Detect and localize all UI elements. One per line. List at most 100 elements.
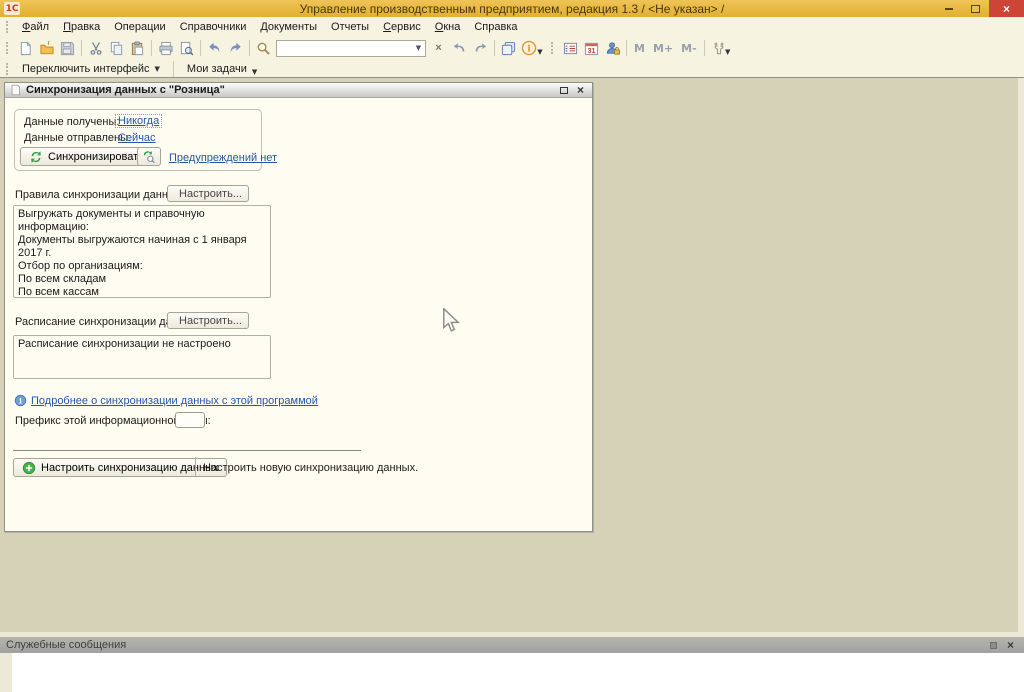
menu-item-service[interactable]: Сервис bbox=[376, 19, 428, 35]
menu-item-catalogs[interactable]: Справочники bbox=[173, 19, 254, 35]
pin-icon[interactable] bbox=[990, 642, 997, 649]
minimize-button[interactable] bbox=[935, 0, 962, 17]
messages-panel-controls: × bbox=[990, 638, 1018, 652]
menu-item-help[interactable]: Справка bbox=[467, 19, 524, 35]
restore-icon bbox=[971, 5, 980, 13]
history-forward-button[interactable] bbox=[470, 38, 491, 58]
info-dropdown-icon: ▼ bbox=[537, 48, 542, 56]
menu-item-windows[interactable]: Окна bbox=[428, 19, 468, 35]
calendar-button[interactable]: 31 bbox=[581, 38, 602, 58]
menu-item-operations[interactable]: Операции bbox=[107, 19, 172, 35]
history-back-button[interactable] bbox=[449, 38, 470, 58]
toolbar-drag-handle[interactable] bbox=[551, 42, 554, 54]
menu-item-file[interactable]: Файл bbox=[15, 19, 56, 35]
toolbar-separator bbox=[151, 40, 152, 56]
cut-button[interactable] bbox=[85, 38, 106, 58]
sync-window-titlebar[interactable]: Синхронизация данных с "Розница" × bbox=[5, 83, 592, 98]
menubar-drag-handle[interactable] bbox=[6, 21, 9, 33]
main-toolbar: ▼ × i ▼ 31 M M+ M- ▼ bbox=[0, 36, 1024, 60]
calc-memory-subtract-button[interactable]: M- bbox=[677, 42, 701, 55]
paste-button[interactable] bbox=[127, 38, 148, 58]
sync-window-title: Синхронизация данных с "Розница" bbox=[26, 84, 225, 96]
configure-rules-button[interactable]: Настроить... bbox=[167, 185, 249, 202]
prefix-input[interactable] bbox=[175, 412, 205, 428]
search-icon bbox=[256, 41, 271, 56]
warnings-link[interactable]: Предупреждений нет bbox=[169, 152, 277, 164]
1c-logo-icon: 1С bbox=[4, 2, 20, 15]
plus-circle-icon bbox=[22, 461, 36, 475]
chevron-down-icon: ▼ bbox=[155, 65, 160, 73]
menu-item-edit[interactable]: Правка bbox=[56, 19, 107, 35]
messages-panel-body bbox=[0, 653, 1024, 692]
my-tasks-button[interactable]: Мои задачи ▼ bbox=[180, 59, 266, 79]
new-document-button[interactable] bbox=[15, 38, 36, 58]
minimize-icon bbox=[945, 8, 953, 10]
clipboard-history-button[interactable] bbox=[498, 38, 519, 58]
messages-panel-title: Служебные сообщения bbox=[6, 639, 126, 651]
synchronize-button[interactable]: Синхронизировать bbox=[20, 147, 153, 166]
clear-search-button[interactable]: × bbox=[428, 38, 449, 58]
copy-button[interactable] bbox=[106, 38, 127, 58]
calendar-icon: 31 bbox=[584, 41, 599, 56]
customize-dropdown-icon: ▼ bbox=[725, 48, 730, 56]
toolbar-separator bbox=[626, 40, 627, 56]
cut-icon bbox=[89, 41, 103, 56]
info-button[interactable]: i ▼ bbox=[519, 38, 547, 58]
synchronize-button-label: Синхронизировать bbox=[48, 151, 144, 163]
configure-schedule-label: Настроить... bbox=[179, 315, 242, 327]
print-button[interactable] bbox=[155, 38, 176, 58]
interface-bar-drag-handle[interactable] bbox=[6, 63, 9, 75]
close-button[interactable]: × bbox=[989, 0, 1024, 17]
menu-item-reports[interactable]: Отчеты bbox=[324, 19, 376, 35]
switch-interface-button[interactable]: Переключить интерфейс ▼ bbox=[15, 62, 167, 76]
sync-check-icon bbox=[142, 150, 156, 164]
redo-icon bbox=[228, 41, 243, 55]
calc-memory-add-button[interactable]: M+ bbox=[649, 42, 677, 55]
sync-window-body: Данные получены: Никогда Данные отправле… bbox=[5, 98, 592, 531]
app-title: Управление производственным предприятием… bbox=[0, 2, 1024, 16]
toolbar-drag-handle[interactable] bbox=[6, 42, 9, 54]
save-icon bbox=[60, 41, 75, 56]
new-document-icon bbox=[18, 41, 33, 56]
setup-sync-hint: Настроить новую синхронизацию данных. bbox=[203, 462, 418, 474]
sync-status-group: Данные получены: Никогда Данные отправле… bbox=[14, 109, 262, 171]
open-button[interactable] bbox=[36, 38, 57, 58]
sync-details-link[interactable]: Подробнее о синхронизации данных с этой … bbox=[31, 395, 318, 407]
document-icon bbox=[10, 84, 21, 96]
print-preview-button[interactable] bbox=[176, 38, 197, 58]
info-blue-icon: i bbox=[14, 394, 27, 407]
search-dropdown-button[interactable]: ▼ bbox=[412, 44, 425, 52]
user-lock-button[interactable] bbox=[602, 38, 623, 58]
mdi-workspace: Синхронизация данных с "Розница" × Данны… bbox=[0, 78, 1024, 632]
save-button[interactable] bbox=[57, 38, 78, 58]
customize-toolbar-button[interactable]: ▼ bbox=[708, 38, 738, 58]
configure-rules-label: Настроить... bbox=[179, 188, 242, 200]
sync-rules-label: Правила синхронизации данных: bbox=[15, 189, 184, 201]
search-combo: ▼ bbox=[276, 40, 426, 57]
restore-button[interactable] bbox=[962, 0, 989, 17]
redo-button[interactable] bbox=[225, 38, 246, 58]
my-tasks-label: Мои задачи bbox=[187, 63, 247, 75]
user-lock-icon bbox=[605, 41, 621, 56]
configure-schedule-button[interactable]: Настроить... bbox=[167, 312, 249, 329]
toolbar-separator bbox=[200, 40, 201, 56]
tablo-button[interactable] bbox=[560, 38, 581, 58]
find-button[interactable] bbox=[253, 38, 274, 58]
svg-text:i: i bbox=[19, 397, 22, 406]
sync-warnings-button[interactable] bbox=[137, 147, 161, 166]
menu-item-documents[interactable]: Документы bbox=[253, 19, 324, 35]
search-input[interactable] bbox=[277, 41, 412, 56]
data-sent-link[interactable]: Сейчас bbox=[118, 132, 156, 144]
calc-memory-recall-button[interactable]: M bbox=[630, 42, 649, 55]
print-preview-icon bbox=[179, 41, 194, 56]
undo-button[interactable] bbox=[204, 38, 225, 58]
data-received-link[interactable]: Никогда bbox=[115, 114, 162, 128]
messages-close-button[interactable]: × bbox=[1007, 638, 1014, 652]
svg-text:i: i bbox=[528, 45, 532, 55]
window-close-button[interactable]: × bbox=[577, 85, 584, 95]
history-forward-icon bbox=[473, 41, 488, 55]
maximize-icon bbox=[560, 87, 568, 94]
data-received-label: Данные получены: bbox=[24, 116, 119, 128]
window-maximize-button[interactable] bbox=[560, 87, 568, 94]
sync-rules-text: Выгружать документы и справочную информа… bbox=[13, 205, 271, 298]
